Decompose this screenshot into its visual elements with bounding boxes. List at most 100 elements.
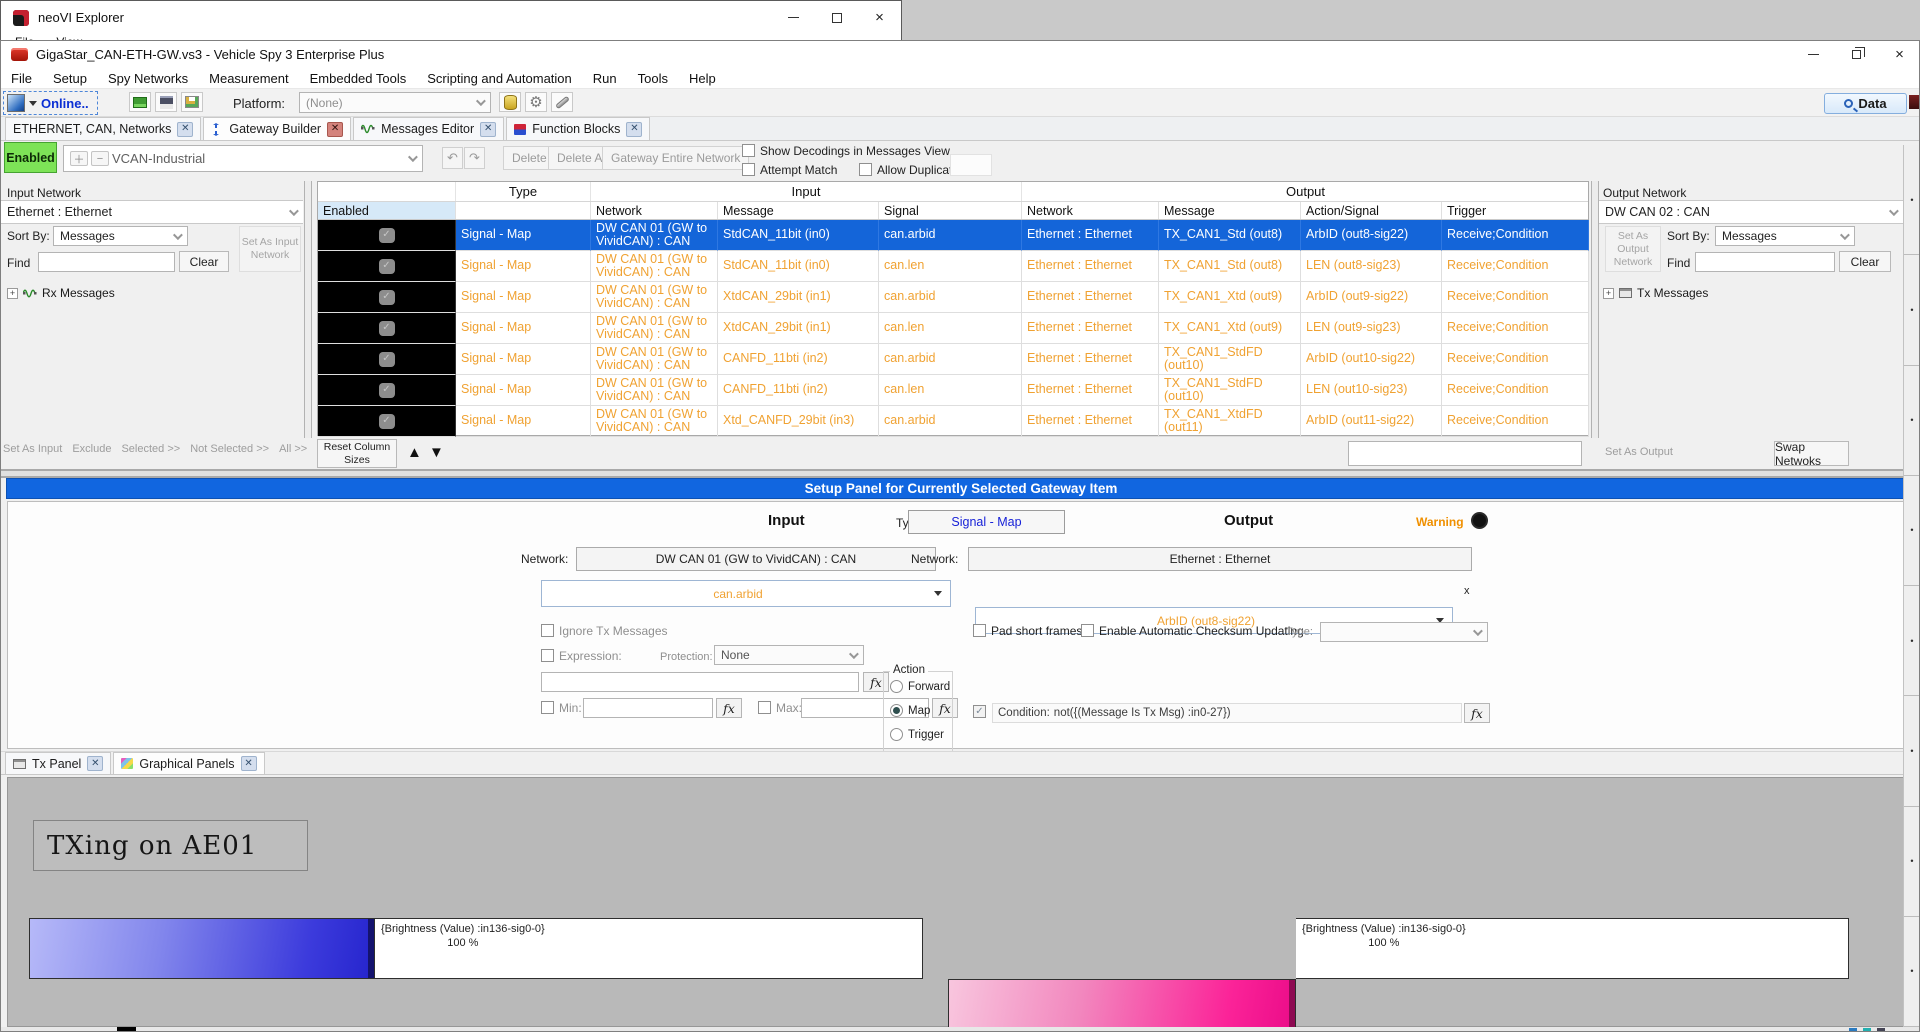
set-as-input-button[interactable]: Set As Input xyxy=(3,443,62,455)
setup-input-network-field[interactable]: DW CAN 01 (GW to VividCAN) : CAN xyxy=(576,547,936,571)
reset-column-sizes-button[interactable]: Reset Column Sizes xyxy=(317,439,397,468)
menu-measurement[interactable]: Measurement xyxy=(209,71,288,86)
checksum-updating-checkbox[interactable]: Enable Automatic Checksum Updating xyxy=(1081,624,1304,638)
output-network-select[interactable]: DW CAN 02 : CAN xyxy=(1599,200,1903,224)
cell-trigger[interactable]: Receive;Condition xyxy=(1442,406,1589,437)
menu-tools[interactable]: Tools xyxy=(638,71,668,86)
table-row[interactable]: ✓ Signal - Map DW CAN 01 (GW to VividCAN… xyxy=(318,375,1588,406)
cell-signal-in[interactable]: can.len xyxy=(879,251,1022,282)
condition-checkbox[interactable] xyxy=(973,705,986,718)
cell-network-in[interactable]: DW CAN 01 (GW to VividCAN) : CAN xyxy=(591,344,718,375)
gauge-handle[interactable] xyxy=(368,919,374,978)
close-button[interactable]: × xyxy=(1878,41,1920,68)
cell-message-out[interactable]: TX_CAN1_StdFD (out10) xyxy=(1159,375,1301,406)
measurement-view-button[interactable] xyxy=(181,92,203,112)
sort-by-select[interactable]: Messages xyxy=(53,226,188,246)
enabled-checkbox[interactable]: ✓ xyxy=(379,259,395,274)
cell-trigger[interactable]: Receive;Condition xyxy=(1442,220,1589,251)
cell-trigger[interactable]: Receive;Condition xyxy=(1442,251,1589,282)
cell-network-out[interactable]: Ethernet : Ethernet xyxy=(1022,220,1159,251)
checkbox-icon[interactable] xyxy=(541,649,554,662)
cell-network-in[interactable]: DW CAN 01 (GW to VividCAN) : CAN xyxy=(591,375,718,406)
selected-button[interactable]: Selected >> xyxy=(121,443,180,455)
cell-type[interactable]: Signal - Map xyxy=(456,344,591,375)
checkbox-icon[interactable] xyxy=(859,163,872,176)
remove-icon[interactable]: − xyxy=(91,151,109,166)
cell-action[interactable]: ArbID (out10-sig22) xyxy=(1301,344,1442,375)
move-down-icon[interactable]: ▼ xyxy=(429,445,444,460)
cell-message-out[interactable]: TX_CAN1_Std (out8) xyxy=(1159,220,1301,251)
setup-output-network-field[interactable]: Ethernet : Ethernet xyxy=(968,547,1472,571)
cell-type[interactable]: Signal - Map xyxy=(456,375,591,406)
col-enabled[interactable]: Enabled xyxy=(318,202,456,219)
input-network-select[interactable]: Ethernet : Ethernet xyxy=(1,200,303,224)
cell-trigger[interactable]: Receive;Condition xyxy=(1442,313,1589,344)
cell-message-out[interactable]: TX_CAN1_StdFD (out10) xyxy=(1159,344,1301,375)
tab-messages-editor[interactable]: Messages Editor ✕ xyxy=(353,117,504,140)
pad-short-frames-checkbox[interactable]: Pad short frames xyxy=(973,624,1082,638)
enabled-cell[interactable]: ✓ xyxy=(318,313,456,344)
horizontal-splitter[interactable] xyxy=(1,469,1920,478)
move-up-icon[interactable]: ▲ xyxy=(407,445,422,460)
neovi-maximize-button[interactable] xyxy=(815,4,858,31)
online-dropdown-icon[interactable] xyxy=(29,101,37,106)
close-icon[interactable]: ✕ xyxy=(177,122,193,137)
neovi-close-button[interactable]: × xyxy=(858,4,901,31)
checkbox-icon[interactable] xyxy=(541,624,554,637)
swap-networks-button[interactable]: Swap Netwoks xyxy=(1774,441,1849,466)
table-row[interactable]: ✓ Signal - Map DW CAN 01 (GW to VividCAN… xyxy=(318,406,1588,437)
restore-button[interactable] xyxy=(1835,41,1878,68)
cell-signal-in[interactable]: can.arbid xyxy=(879,282,1022,313)
close-icon[interactable]: ✕ xyxy=(87,756,103,771)
col-network-out[interactable]: Network xyxy=(1022,202,1159,219)
cell-signal-in[interactable]: can.len xyxy=(879,313,1022,344)
cell-action[interactable]: LEN (out8-sig23) xyxy=(1301,251,1442,282)
find-input[interactable] xyxy=(1695,252,1835,272)
attempt-match-checkbox[interactable]: Attempt Match xyxy=(742,163,837,177)
cell-signal-in[interactable]: can.arbid xyxy=(879,344,1022,375)
save-button[interactable] xyxy=(155,92,177,112)
cell-message-in[interactable]: CANFD_11bti (in2) xyxy=(718,375,879,406)
table-row[interactable]: ✓ Signal - Map DW CAN 01 (GW to VividCAN… xyxy=(318,220,1588,251)
enabled-cell[interactable]: ✓ xyxy=(318,282,456,313)
dock-button[interactable]: • xyxy=(1904,917,1920,1027)
table-row[interactable]: ✓ Signal - Map DW CAN 01 (GW to VividCAN… xyxy=(318,344,1588,375)
close-icon[interactable]: ✕ xyxy=(480,122,496,137)
close-icon[interactable]: ✕ xyxy=(327,122,343,137)
condition-field[interactable]: Condition: not({(Message Is Tx Msg) :in0… xyxy=(992,703,1462,723)
checkbox-icon[interactable] xyxy=(973,624,986,637)
dock-button[interactable]: • xyxy=(1904,807,1920,917)
dock-button[interactable]: • xyxy=(1904,145,1920,255)
checkbox-icon[interactable] xyxy=(742,144,755,157)
cell-network-out[interactable]: Ethernet : Ethernet xyxy=(1022,375,1159,406)
menu-run[interactable]: Run xyxy=(593,71,617,86)
spare-field[interactable] xyxy=(950,154,992,176)
close-icon[interactable]: ✕ xyxy=(241,756,257,771)
cell-message-in[interactable]: StdCAN_11bit (in0) xyxy=(718,251,879,282)
cell-message-out[interactable]: TX_CAN1_Xtd (out9) xyxy=(1159,282,1301,313)
protection-select[interactable]: None xyxy=(714,645,864,665)
table-row[interactable]: ✓ Signal - Map DW CAN 01 (GW to VividCAN… xyxy=(318,282,1588,313)
col-trigger[interactable]: Trigger xyxy=(1442,202,1589,219)
menu-embedded-tools[interactable]: Embedded Tools xyxy=(310,71,407,86)
tab-function-blocks[interactable]: Function Blocks ✕ xyxy=(506,117,650,140)
left-splitter[interactable] xyxy=(304,181,312,438)
menu-scripting-automation[interactable]: Scripting and Automation xyxy=(427,71,572,86)
cell-message-out[interactable]: TX_CAN1_Xtd (out9) xyxy=(1159,313,1301,344)
map-radio[interactable]: Map xyxy=(890,704,930,717)
cell-message-in[interactable]: XtdCAN_29bit (in1) xyxy=(718,282,879,313)
expand-icon[interactable]: + xyxy=(7,288,18,299)
clear-button[interactable]: Clear xyxy=(1839,251,1891,272)
enabled-cell[interactable]: ✓ xyxy=(318,344,456,375)
brightness-gauge-blue[interactable] xyxy=(29,918,375,979)
enabled-cell[interactable]: ✓ xyxy=(318,251,456,282)
gauge-handle[interactable] xyxy=(1289,980,1295,1032)
cell-network-in[interactable]: DW CAN 01 (GW to VividCAN) : CAN xyxy=(591,406,718,437)
expression-input[interactable] xyxy=(541,672,859,692)
type-value-button[interactable]: Signal - Map xyxy=(908,510,1065,534)
checkbox-icon[interactable] xyxy=(742,163,755,176)
checkbox-icon[interactable] xyxy=(541,701,554,714)
platform-select[interactable]: (None) xyxy=(299,92,491,113)
show-decodings-checkbox[interactable]: Show Decodings in Messages View xyxy=(742,144,950,158)
cell-trigger[interactable]: Receive;Condition xyxy=(1442,282,1589,313)
